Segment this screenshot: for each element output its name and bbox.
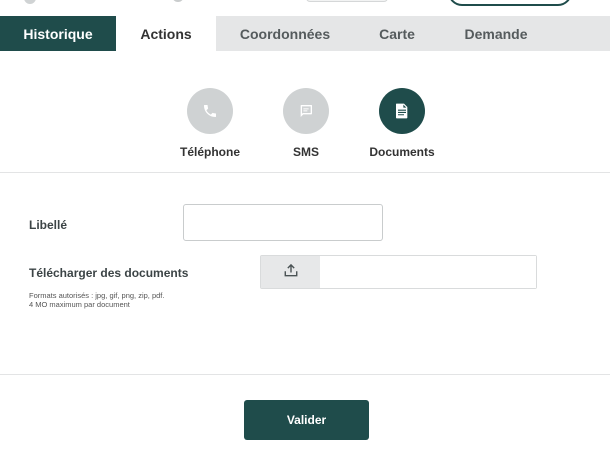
document-icon[interactable] — [379, 88, 425, 134]
header-icon — [172, 0, 184, 2]
channel-sms-label: SMS — [292, 145, 319, 159]
divider-bottom — [0, 374, 610, 375]
phone-icon[interactable] — [187, 88, 233, 134]
size-hint: 4 MO maximum par document — [29, 299, 130, 309]
header-search-box[interactable] — [306, 0, 388, 2]
submit-button[interactable]: Valider — [244, 400, 369, 440]
upload-control — [260, 255, 537, 289]
tab-carte[interactable]: Carte — [354, 16, 440, 51]
tab-actions[interactable]: Actions — [116, 16, 216, 51]
upload-icon — [283, 263, 299, 282]
upload-label: Télécharger des documents — [29, 266, 189, 280]
message-icon[interactable] — [283, 88, 329, 134]
tab-coordonnees[interactable]: Coordonnées — [216, 16, 354, 51]
header-avatar — [24, 0, 36, 4]
channel-telephone-label: Téléphone — [179, 145, 240, 159]
tab-demande[interactable]: Demande — [440, 16, 552, 51]
channel-documents-label: Documents — [369, 145, 435, 159]
channel-sms[interactable]: SMS — [261, 88, 351, 159]
channel-telephone[interactable]: Téléphone — [165, 88, 255, 159]
upload-button[interactable] — [261, 256, 320, 288]
channel-documents[interactable]: Documents — [357, 88, 447, 159]
upload-filename-field[interactable] — [320, 256, 536, 288]
tab-bar: Historique Actions Coordonnées Carte Dem… — [0, 16, 610, 51]
libelle-label: Libellé — [29, 218, 68, 232]
divider-top — [0, 172, 610, 173]
tab-historique[interactable]: Historique — [0, 16, 116, 51]
header-action-button[interactable] — [448, 0, 572, 6]
channel-selector: Téléphone SMS Documents — [0, 88, 610, 159]
upload-hint: Formats autorisés : jpg, gif, png, zip, … — [29, 291, 164, 309]
libelle-input[interactable] — [183, 204, 383, 241]
top-header-strip — [0, 0, 610, 16]
